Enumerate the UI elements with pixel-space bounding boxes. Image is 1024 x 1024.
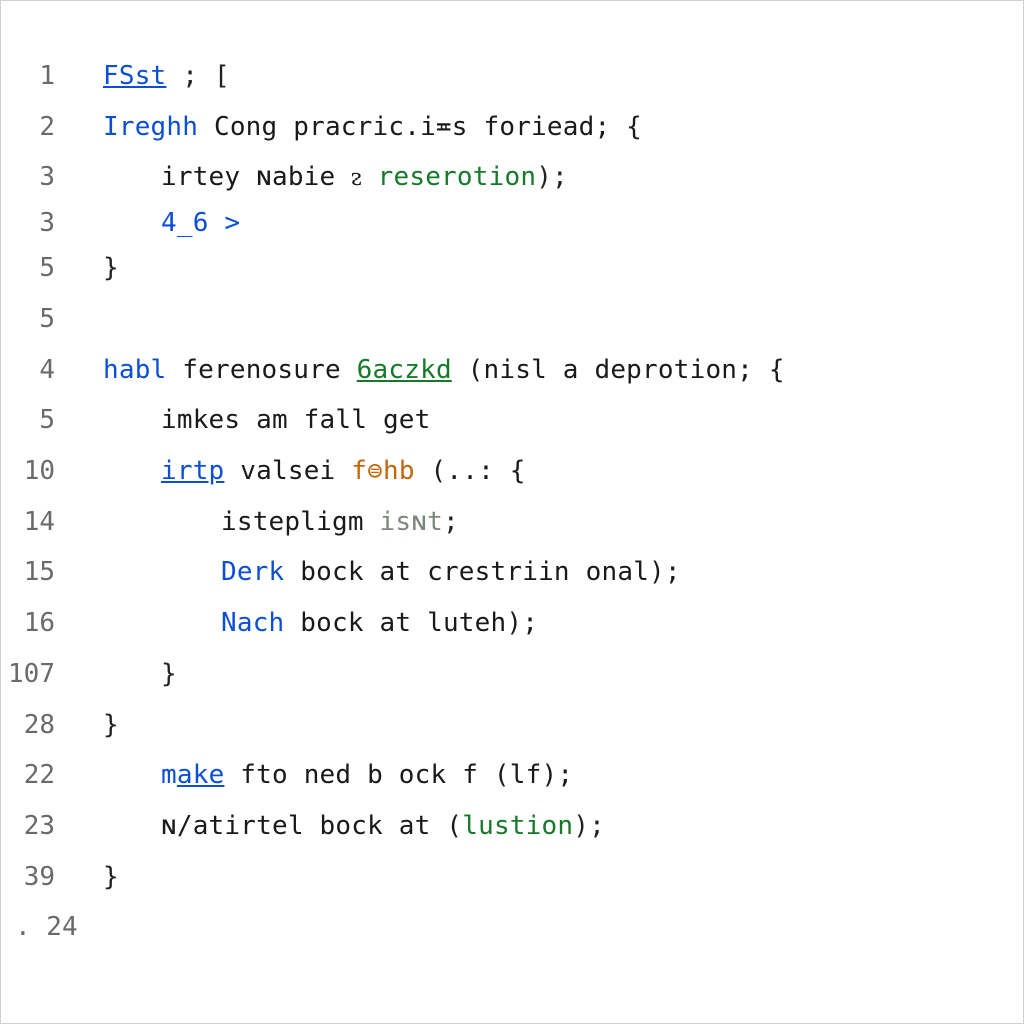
token: imkes am fall get [161, 405, 431, 435]
line-number: 22 [1, 750, 73, 801]
code-line[interactable]: . 24 [1, 902, 1023, 953]
line-number: 14 [1, 497, 73, 548]
line-number: 3 [1, 203, 73, 243]
code-line[interactable]: 15Derk bock at crestriin onal); [1, 547, 1023, 598]
line-number: 28 [1, 700, 73, 751]
token [103, 304, 119, 334]
line-number: 1 [1, 51, 73, 102]
code-line[interactable]: 107} [1, 649, 1023, 700]
token: ; [ [166, 61, 229, 91]
token: Derk [221, 557, 284, 587]
token: } [161, 659, 177, 689]
code-content[interactable]: ɴ/atirtel bock at (lustion); [73, 801, 1023, 852]
code-line[interactable]: 2Ireghh Cong pracric.i≖s foriead; { [1, 102, 1023, 153]
token: isɴt [380, 507, 443, 537]
token: } [103, 862, 119, 892]
code-content[interactable]: 4_6 > [73, 203, 1023, 243]
code-line[interactable]: 5} [1, 243, 1023, 294]
token: ɴabie [256, 162, 351, 192]
token: (..: { [415, 456, 526, 486]
code-line[interactable]: 34_6 > [1, 203, 1023, 243]
token: ɴ/atirtel [161, 811, 304, 841]
token [224, 456, 240, 486]
line-number: 3 [1, 152, 73, 203]
token: (nisl a deprotion; { [452, 355, 785, 385]
token: ; [443, 507, 459, 537]
token: ferenosure [166, 355, 356, 385]
token: FSst [103, 61, 166, 91]
line-number: 10 [1, 446, 73, 497]
token: bock at luteh); [284, 608, 538, 638]
token: lustion [462, 811, 573, 841]
line-number: 107 [1, 649, 73, 700]
code-content[interactable]: } [73, 243, 1023, 294]
token: v [240, 456, 256, 486]
code-line[interactable]: 39} [1, 852, 1023, 903]
code-line[interactable]: 10irtp valsei f⊜hb (..: { [1, 446, 1023, 497]
token: reserotion [378, 162, 537, 192]
token: m [161, 760, 177, 790]
code-line[interactable]: 23ɴ/atirtel bock at (lustion); [1, 801, 1023, 852]
line-number: 23 [1, 801, 73, 852]
token: ); [536, 162, 568, 192]
code-content[interactable]: habl ferenosure 6aczkd (nisl a deprotion… [73, 345, 1023, 396]
code-line[interactable]: 16Nach bock at luteh); [1, 598, 1023, 649]
token: } [103, 253, 119, 283]
code-content[interactable] [73, 294, 1023, 345]
token: alsei [256, 456, 351, 486]
code-content[interactable]: Ireghh Cong pracric.i≖s foriead; { [73, 102, 1023, 153]
code-content[interactable]: } [73, 649, 1023, 700]
token: } [103, 710, 119, 740]
token: fto ned b ock f (lf); [224, 760, 573, 790]
token: ᴤ [351, 162, 377, 192]
token: bock at ( [304, 811, 463, 841]
line-number: 5 [1, 243, 73, 294]
code-content[interactable]: FSst ; [ [73, 51, 1023, 102]
code-content[interactable]: imkes am fall get [73, 395, 1023, 446]
token: ake [177, 760, 225, 790]
token: habl [103, 355, 166, 385]
code-content[interactable]: } [73, 852, 1023, 903]
line-number: 16 [1, 598, 73, 649]
code-editor[interactable]: 1FSst ; [2Ireghh Cong pracric.i≖s foriea… [0, 0, 1024, 1024]
line-number: 4 [1, 345, 73, 396]
code-content[interactable]: istepligm isɴt; [73, 497, 1023, 548]
token: > [224, 208, 240, 238]
line-number: . 24 [1, 902, 73, 953]
token: Nach [221, 608, 284, 638]
token: bock at crestriin onal); [284, 557, 680, 587]
code-content[interactable]: } [73, 700, 1023, 751]
line-number: 5 [1, 294, 73, 345]
code-line[interactable]: 5 imkes am fall get [1, 395, 1023, 446]
line-number: 5 [1, 395, 73, 446]
token: irtey [161, 162, 256, 192]
line-number: 39 [1, 852, 73, 903]
token: 4_6 [161, 208, 224, 238]
code-line[interactable]: 1FSst ; [ [1, 51, 1023, 102]
token: f⊜hb [351, 456, 414, 486]
code-content[interactable]: Derk bock at crestriin onal); [73, 547, 1023, 598]
code-line[interactable]: 3irtey ɴabie ᴤ reserotion); [1, 152, 1023, 203]
token: istepligm [221, 507, 380, 537]
code-line[interactable]: 28} [1, 700, 1023, 751]
code-content[interactable]: irtp valsei f⊜hb (..: { [73, 446, 1023, 497]
code-line[interactable]: 4habl ferenosure 6aczkd (nisl a deprotio… [1, 345, 1023, 396]
code-line[interactable]: 22make fto ned b ock f (lf); [1, 750, 1023, 801]
code-content[interactable]: make fto ned b ock f (lf); [73, 750, 1023, 801]
token: ); [573, 811, 605, 841]
token: Ireghh [103, 112, 198, 142]
token: Cong pracric.i≖s foriead; { [198, 112, 642, 142]
code-line[interactable]: 5 [1, 294, 1023, 345]
code-content[interactable]: irtey ɴabie ᴤ reserotion); [73, 152, 1023, 203]
code-content[interactable]: Nach bock at luteh); [73, 598, 1023, 649]
token: irtp [161, 456, 224, 486]
line-number: 15 [1, 547, 73, 598]
token: 6aczkd [357, 355, 452, 385]
code-line[interactable]: 14istepligm isɴt; [1, 497, 1023, 548]
line-number: 2 [1, 102, 73, 153]
